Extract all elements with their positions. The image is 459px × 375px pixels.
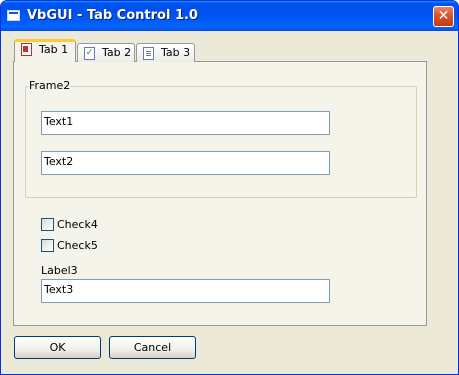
title-bar[interactable]: VbGUI - Tab Control 1.0 ✕ xyxy=(1,1,458,31)
close-button[interactable]: ✕ xyxy=(433,6,454,27)
text1-input[interactable]: Text1 xyxy=(41,111,330,135)
frame2 xyxy=(25,86,417,198)
document-icon xyxy=(21,43,32,56)
page-icon xyxy=(143,47,154,60)
window-app-icon[interactable] xyxy=(7,10,20,21)
close-icon: ✕ xyxy=(437,8,450,24)
cancel-button[interactable]: Cancel xyxy=(109,336,196,359)
check5-checkbox[interactable] xyxy=(41,239,54,252)
check5-label[interactable]: Check5 xyxy=(57,239,98,252)
tab-2-label: Tab 2 xyxy=(102,46,132,59)
check4-checkbox[interactable] xyxy=(41,218,54,231)
check4-label[interactable]: Check4 xyxy=(57,218,98,231)
label3: Label3 xyxy=(41,264,78,277)
ok-button[interactable]: OK xyxy=(14,336,101,359)
checklist-icon: ✓ xyxy=(84,47,95,60)
tab-1[interactable]: Tab 1 xyxy=(14,39,76,62)
tab-2[interactable]: ✓ Tab 2 xyxy=(77,43,135,62)
tab-3-label: Tab 3 xyxy=(161,46,191,59)
text2-input[interactable]: Text2 xyxy=(41,151,330,175)
tab-3[interactable]: Tab 3 xyxy=(136,43,195,62)
text3-input[interactable]: Text3 xyxy=(41,279,330,303)
window-title: VbGUI - Tab Control 1.0 xyxy=(27,8,198,23)
tab-1-label: Tab 1 xyxy=(39,43,69,56)
dialog-window: VbGUI - Tab Control 1.0 ✕ Tab 1 ✓ Tab 2 … xyxy=(0,0,459,375)
frame2-legend: Frame2 xyxy=(28,79,72,92)
